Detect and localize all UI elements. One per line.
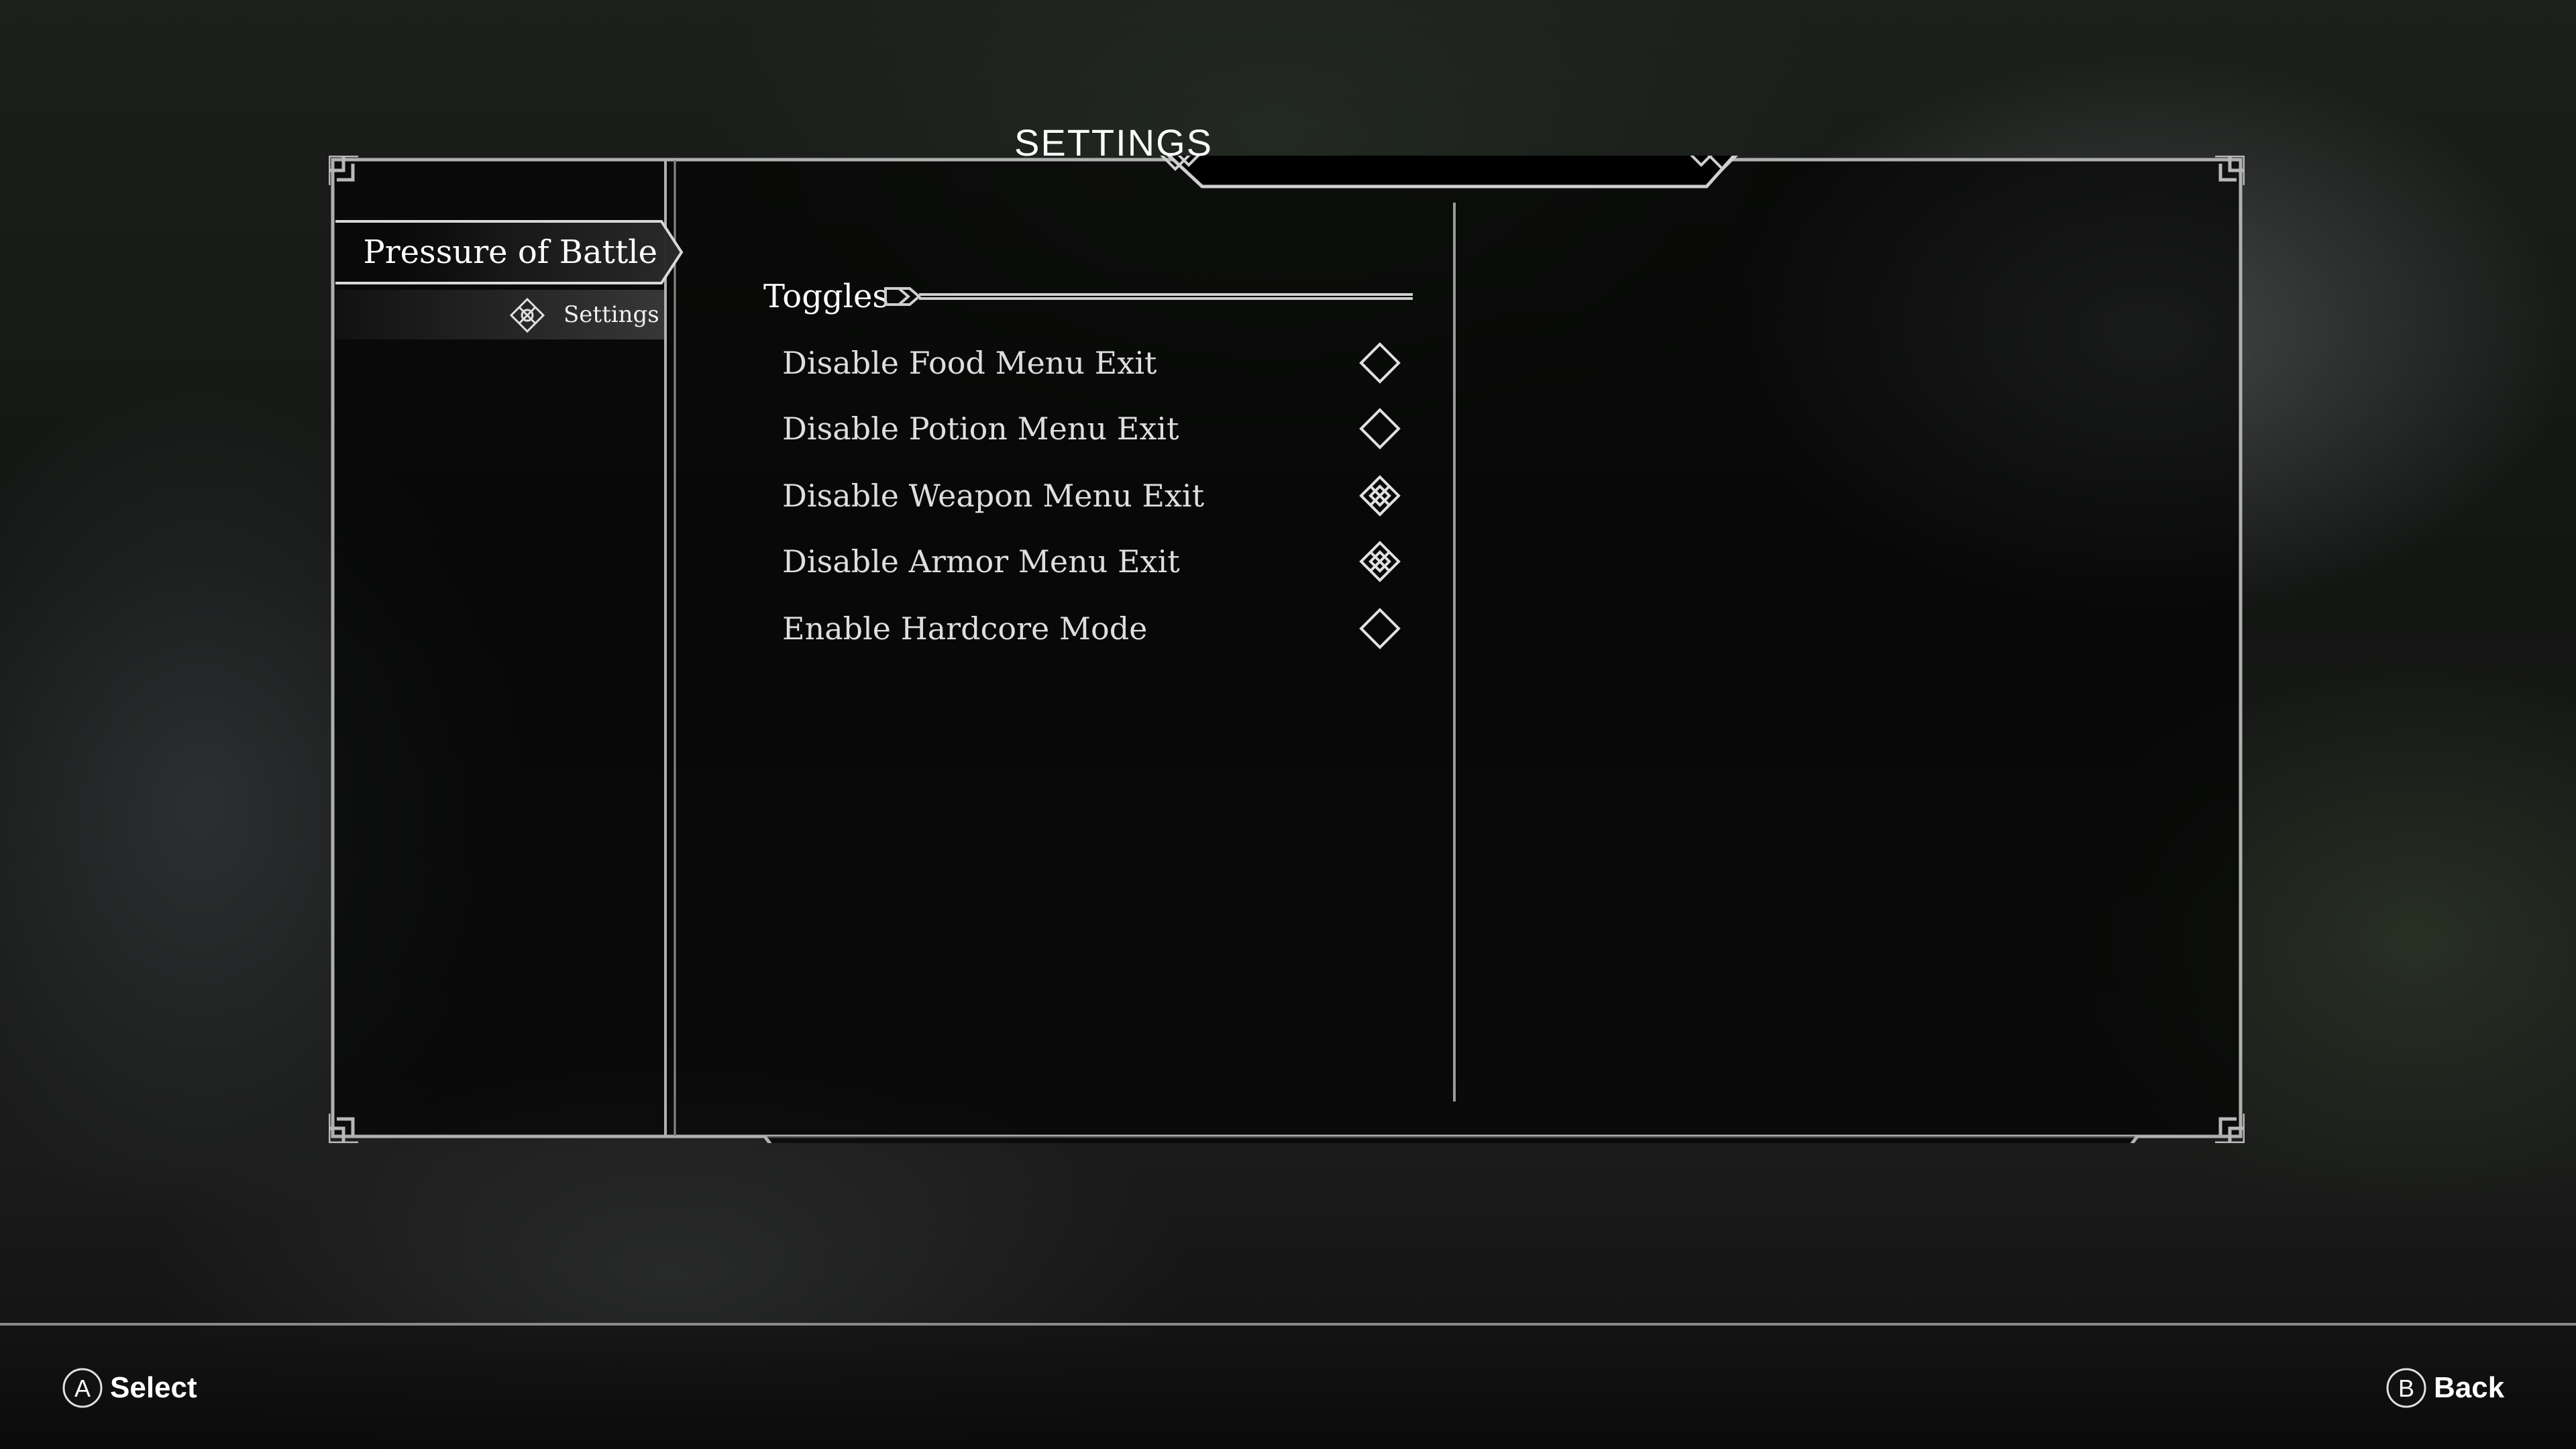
svg-text:B: B [2398,1375,2414,1402]
sidebar-item-pressure-of-battle[interactable]: Pressure of Battle [335,219,684,286]
checkbox-unchecked-icon[interactable] [1359,342,1401,384]
b-button-icon: B [2386,1368,2426,1408]
sidebar-item-label: Settings [564,301,659,328]
checkbox-checked-icon[interactable] [1359,541,1401,582]
back-hint[interactable]: B Back [2385,1366,2520,1413]
option-label: Disable Food Menu Exit [782,345,1157,381]
sidebar-item-settings[interactable]: Settings [335,290,664,339]
checkbox-unchecked-icon[interactable] [1359,608,1401,649]
option-disable-armor-menu-exit[interactable]: Disable Armor Menu Exit [771,531,1415,592]
a-button-icon: A [62,1368,103,1408]
option-disable-weapon-menu-exit[interactable]: Disable Weapon Menu Exit [771,466,1415,526]
bottom-button-bar: A Select B Back [0,1323,2576,1449]
knot-icon [509,297,545,333]
option-label: Disable Potion Menu Exit [782,411,1179,447]
option-label: Disable Weapon Menu Exit [782,478,1205,514]
select-label: Select [110,1371,197,1404]
option-disable-potion-menu-exit[interactable]: Disable Potion Menu Exit [771,398,1415,459]
option-enable-hardcore-mode[interactable]: Enable Hardcore Mode [771,598,1415,659]
page-title: SETTINGS [1014,121,1214,164]
select-hint[interactable]: A Select [62,1366,209,1413]
option-disable-food-menu-exit[interactable]: Disable Food Menu Exit [771,333,1415,393]
checkbox-checked-icon[interactable] [1359,475,1401,517]
game-background: SETTINGS Pressure of Battle Settings Tog… [0,0,2576,1449]
checkbox-unchecked-icon[interactable] [1359,408,1401,449]
option-label: Enable Hardcore Mode [782,610,1148,647]
section-header-label: Toggles [763,278,890,315]
sidebar-item-label: Pressure of Battle [363,233,657,271]
option-label: Disable Armor Menu Exit [782,543,1180,580]
back-label: Back [2434,1371,2505,1404]
svg-text:A: A [74,1375,91,1402]
header-divider [884,287,1413,306]
section-header-toggles: Toggles [763,271,1414,322]
